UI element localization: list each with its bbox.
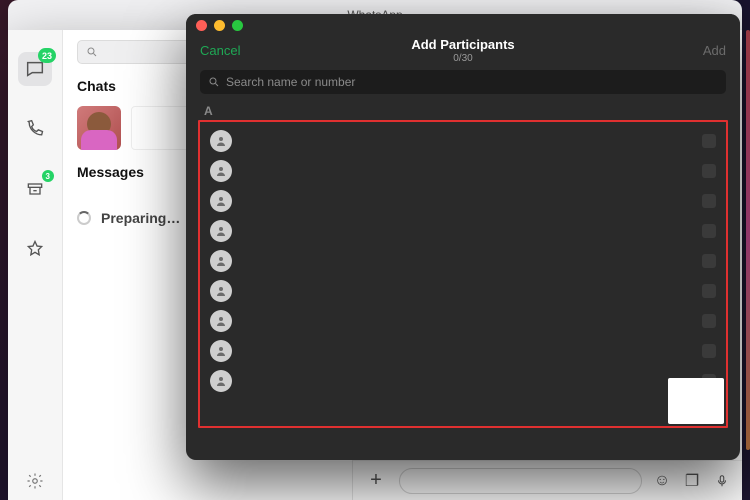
contact-row[interactable] <box>204 366 722 396</box>
traffic-light-minimize[interactable] <box>214 20 225 31</box>
star-icon <box>25 239 45 259</box>
nav-rail: 23 3 <box>8 30 63 500</box>
sticker-icon[interactable]: ❐ <box>682 471 702 491</box>
contact-checkbox[interactable] <box>702 224 716 238</box>
contact-checkbox[interactable] <box>702 284 716 298</box>
attach-button[interactable]: + <box>363 468 389 494</box>
spinner-icon <box>77 211 91 225</box>
contact-avatar-icon <box>210 160 232 182</box>
contact-avatar-icon <box>210 250 232 272</box>
contact-checkbox[interactable] <box>702 254 716 268</box>
modal-titlebar <box>186 14 740 36</box>
search-icon <box>208 76 220 88</box>
contact-row[interactable] <box>204 306 722 336</box>
rail-archive[interactable]: 3 <box>18 172 52 206</box>
rail-starred[interactable] <box>18 232 52 266</box>
contact-avatar-icon <box>210 310 232 332</box>
add-button[interactable]: Add <box>703 43 726 58</box>
contact-avatar-icon <box>210 220 232 242</box>
composer: + ☺ ❐ <box>353 460 742 500</box>
contact-row[interactable] <box>204 156 722 186</box>
right-edge-accent <box>746 30 750 450</box>
contact-list: A <box>186 100 740 460</box>
mic-icon[interactable] <box>712 471 732 491</box>
contact-checkbox[interactable] <box>702 134 716 148</box>
chats-badge: 23 <box>38 48 56 63</box>
modal-search[interactable]: Search name or number <box>200 70 726 94</box>
search-icon <box>86 46 98 58</box>
contact-row[interactable] <box>204 276 722 306</box>
archive-badge: 3 <box>42 170 54 182</box>
gear-icon <box>26 472 44 490</box>
add-participants-modal: Cancel Add Participants 0/30 Add Search … <box>186 14 740 460</box>
contact-row[interactable] <box>204 186 722 216</box>
traffic-light-close[interactable] <box>196 20 207 31</box>
contact-avatar-icon <box>210 130 232 152</box>
phone-icon <box>25 119 45 139</box>
modal-subtitle: 0/30 <box>411 53 514 64</box>
message-input[interactable] <box>399 468 642 494</box>
loading-text: Preparing… <box>101 210 180 226</box>
contact-avatar-icon <box>210 340 232 362</box>
contact-row[interactable] <box>204 246 722 276</box>
contact-checkbox[interactable] <box>702 164 716 178</box>
rail-calls[interactable] <box>18 112 52 146</box>
contact-checkbox[interactable] <box>702 194 716 208</box>
modal-title: Add Participants <box>411 37 514 52</box>
archive-icon <box>25 179 45 199</box>
avatar <box>77 106 121 150</box>
emoji-icon[interactable]: ☺ <box>652 471 672 491</box>
contact-avatar-icon <box>210 280 232 302</box>
contact-avatar-icon <box>210 190 232 212</box>
overlay-patch <box>668 378 724 424</box>
modal-search-placeholder: Search name or number <box>226 75 355 89</box>
highlighted-contact-area <box>198 120 728 428</box>
contact-row[interactable] <box>204 126 722 156</box>
contact-row[interactable] <box>204 336 722 366</box>
cancel-button[interactable]: Cancel <box>200 43 240 58</box>
contact-row[interactable] <box>204 216 722 246</box>
contact-avatar-icon <box>210 370 232 392</box>
rail-settings[interactable] <box>8 472 62 490</box>
modal-header: Cancel Add Participants 0/30 Add <box>186 36 740 64</box>
rail-chats[interactable]: 23 <box>18 52 52 86</box>
contact-checkbox[interactable] <box>702 314 716 328</box>
traffic-light-zoom[interactable] <box>232 20 243 31</box>
contact-checkbox[interactable] <box>702 344 716 358</box>
section-letter: A <box>198 102 728 120</box>
